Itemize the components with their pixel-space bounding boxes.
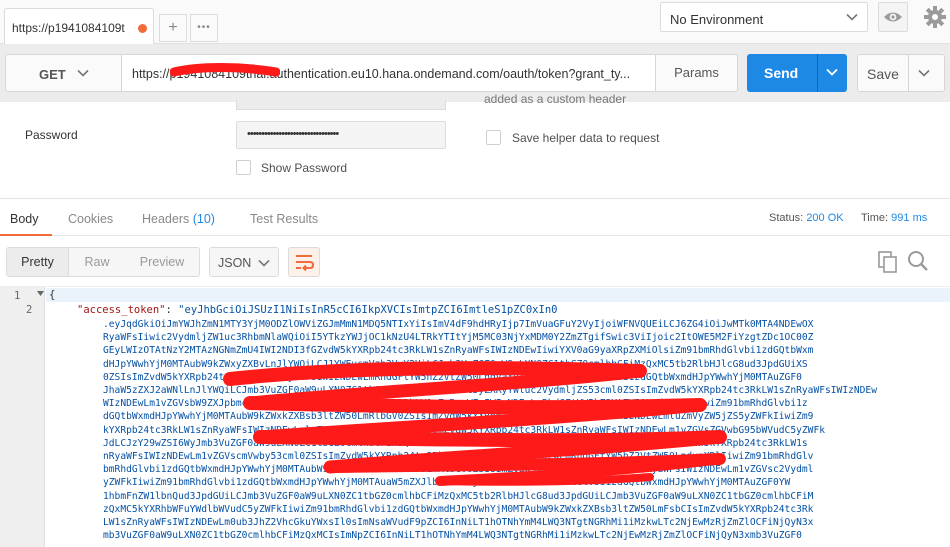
eye-icon bbox=[884, 12, 902, 22]
access-token-line: 1hbmFnZW1lbnQud3JpdGUiLCJmb3VuZGF0aW9uLX… bbox=[103, 490, 814, 502]
tab-test-results[interactable]: Test Results bbox=[250, 212, 318, 226]
status-label: Status: bbox=[769, 212, 804, 224]
wrap-lines-button[interactable] bbox=[288, 247, 320, 277]
pretty-button[interactable]: Pretty bbox=[7, 248, 69, 276]
password-label: Password bbox=[25, 128, 78, 142]
show-password-label: Show Password bbox=[261, 161, 348, 175]
access-token-line: mb3VuZGF0aW9uLXN0ZC1tbGZ0cmlhbCFiMzQxMCI… bbox=[103, 530, 802, 542]
save-button-divider bbox=[908, 55, 909, 91]
send-options-chevron-down-icon[interactable] bbox=[824, 64, 840, 80]
access-token-line: WIzNDEwLm1vZGVsbW9ZXJpbmcucmVhZCIsImZvdW… bbox=[103, 398, 808, 410]
save-button-label: Save bbox=[867, 66, 899, 82]
tab-headers[interactable]: Headers (10) bbox=[142, 212, 215, 226]
access-token-line: yZWFkIiwiZm91bmRhdGlvbi1zdGQtbWxmdHJpYWw… bbox=[103, 477, 791, 489]
preview-button[interactable]: Preview bbox=[125, 248, 199, 276]
response-body-toolbar: Pretty Raw Preview JSON bbox=[0, 236, 950, 286]
request-bar: GET https://p1941084109trial.authenticat… bbox=[0, 44, 950, 102]
access-token-line: zQxMC5kYXRhbWFuYWdlbWVudC5yZWFkIiwiZm91b… bbox=[103, 503, 814, 515]
response-status: Status: 200 OK bbox=[769, 212, 844, 224]
environment-selected-label: No Environment bbox=[670, 12, 764, 27]
authorization-panel: added as a custom header Password ••••••… bbox=[0, 92, 950, 198]
save-options-chevron-down-icon[interactable] bbox=[916, 65, 932, 81]
environment-select[interactable]: No Environment bbox=[660, 2, 868, 32]
http-method-label: GET bbox=[39, 67, 66, 82]
request-tab[interactable]: https://p1941084109t bbox=[4, 8, 154, 44]
json-token-value-start: "eyJhbGciOiJSUzI1NiIsInR5cCI6IkpXVCIsImt… bbox=[178, 304, 558, 316]
send-button[interactable]: Send bbox=[747, 54, 847, 92]
line-number-gutter: 1 2 bbox=[0, 287, 45, 547]
time-value[interactable]: 991 ms bbox=[891, 212, 927, 224]
http-method-select[interactable]: GET bbox=[5, 54, 122, 92]
access-token-line: dHJpYWwhYjM0MTAubW9kZWxyZXBvLnJlYWQiLCJ1… bbox=[103, 358, 808, 370]
status-value[interactable]: 200 OK bbox=[806, 212, 843, 224]
username-input[interactable] bbox=[236, 100, 446, 110]
tab-headers-count: (10) bbox=[192, 212, 215, 226]
new-tab-button[interactable]: + bbox=[159, 14, 187, 42]
access-token-line: bmRhdGlvbi1zdGQtbWxmdHJpYWwhYjM0MTAubW9k… bbox=[103, 464, 814, 476]
access-token-line: .eyJqdGkiOiJmYWJhZmN1MTY3YjM0ODZlOWViZGJ… bbox=[103, 319, 814, 330]
json-colon: : bbox=[165, 304, 179, 316]
wrap-lines-icon bbox=[296, 255, 315, 272]
chevron-down-icon bbox=[258, 259, 270, 267]
search-response-button[interactable] bbox=[906, 249, 930, 273]
body-view-mode-group: Pretty Raw Preview bbox=[6, 247, 200, 277]
environment-quick-look-button[interactable] bbox=[878, 2, 908, 32]
tab-body[interactable]: Body bbox=[10, 212, 39, 226]
tab-cookies[interactable]: Cookies bbox=[68, 212, 113, 226]
access-token-line: JdLCJzY29wZSI6WyJmb3VuZGF0aW9uLXN0ZC1tbG… bbox=[103, 437, 808, 449]
json-open-brace: { bbox=[49, 289, 56, 301]
tab-title: https://p1941084109t bbox=[12, 21, 125, 35]
password-input[interactable]: •••••••••••••••••••••••••••••••• bbox=[236, 121, 446, 149]
url-redaction-scribble bbox=[170, 63, 280, 77]
save-button[interactable]: Save bbox=[857, 54, 945, 92]
password-masked-value: •••••••••••••••••••••••••••••••• bbox=[247, 128, 339, 140]
top-tab-bar: https://p1941084109t + ••• No Environmen… bbox=[0, 0, 950, 44]
active-line-highlight bbox=[46, 288, 950, 302]
access-token-line: kYXRpb24tc3RkLW1sZnRyaWFsIWIzNDEwLmluZmV… bbox=[103, 424, 825, 436]
access-token-line: RyaWFsIiwic2VydmljZW1uc3RhbmNlaWQiOiI5YT… bbox=[103, 332, 814, 344]
line-number: 2 bbox=[26, 304, 33, 316]
access-token-line: dGQtbWxmdHJpYWwhYjM0MTAubW9kZWxkZXBsb3lt… bbox=[103, 411, 814, 423]
response-tabs: Body Cookies Headers (10) Test Results S… bbox=[0, 198, 950, 237]
chevron-down-icon bbox=[77, 69, 89, 77]
gear-icon bbox=[924, 6, 946, 28]
fold-arrow-icon[interactable] bbox=[37, 290, 44, 298]
access-token-line: GEyLWIzOTAtNzY2MTAzNGNmZmU4IWI2NDI3fGZvd… bbox=[103, 345, 814, 357]
access-token-line: JhaW5zZXJ2aWNlLnJlYWQiLCJmb3VuZGF0aW9uLX… bbox=[103, 385, 877, 396]
send-button-label: Send bbox=[764, 65, 799, 81]
params-button[interactable]: Params bbox=[655, 54, 738, 92]
copy-icon bbox=[878, 251, 897, 273]
tab-headers-label: Headers bbox=[142, 212, 190, 226]
send-button-divider bbox=[817, 54, 818, 92]
save-helper-data-checkbox[interactable] bbox=[486, 130, 501, 145]
line-number: 1 bbox=[14, 290, 21, 302]
search-icon bbox=[908, 251, 928, 271]
access-token-line: 0ZSIsImZvdW5kYXRpb24tc3RkLW1sZnRyaWFsIWI… bbox=[103, 371, 802, 383]
response-time: Time: 991 ms bbox=[861, 212, 927, 224]
save-helper-data-label: Save helper data to request bbox=[512, 131, 660, 145]
copy-response-button[interactable] bbox=[877, 250, 899, 274]
access-token-line: LW1sZnRyaWFsIWIzNDEwLm0ub3JhZ2VhcGkuYWxs… bbox=[103, 517, 814, 528]
manage-environments-button[interactable] bbox=[920, 2, 950, 32]
show-password-checkbox[interactable] bbox=[236, 160, 251, 175]
response-language-label: JSON bbox=[218, 256, 252, 270]
chevron-down-icon bbox=[846, 13, 858, 21]
access-token-line: nRyaWFsIWIzNDEwLm1vZGVscmVwby53cml0ZSIsI… bbox=[103, 451, 814, 462]
response-body-editor[interactable]: 1 2 { "access_token": "eyJhbGciOiJSUzI1N… bbox=[0, 286, 950, 547]
json-key-line: "access_token": "eyJhbGciOiJSUzI1NiIsInR… bbox=[77, 304, 557, 316]
tab-options-button[interactable]: ••• bbox=[190, 14, 218, 42]
json-key-access-token: "access_token" bbox=[77, 304, 166, 316]
raw-button[interactable]: Raw bbox=[69, 248, 125, 276]
time-label: Time: bbox=[861, 212, 889, 224]
unsaved-changes-dot-icon bbox=[138, 24, 147, 33]
response-language-select[interactable]: JSON bbox=[209, 247, 279, 277]
custom-header-note: added as a custom header bbox=[484, 92, 627, 106]
